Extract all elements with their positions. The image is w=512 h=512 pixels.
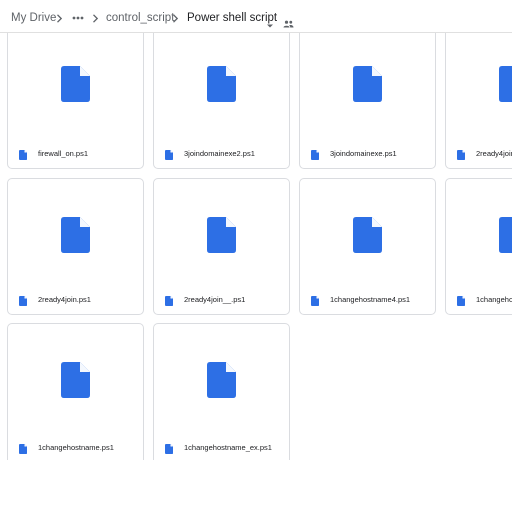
- file-name: 1changehostname_ex.ps1: [184, 443, 272, 452]
- breadcrumb-control-script[interactable]: control_script: [106, 12, 174, 24]
- breadcrumb-my-drive[interactable]: My Drive: [11, 12, 56, 24]
- file-thumbnail: [8, 33, 143, 140]
- file-card[interactable]: 1changehost: [445, 178, 512, 315]
- doc-file-icon: [19, 150, 27, 160]
- file-name: 1changehostname4.ps1: [330, 295, 411, 304]
- file-name: 2ready4join2: [476, 149, 512, 158]
- doc-file-icon: [165, 444, 173, 454]
- file-card[interactable]: 1changehostname_ex.ps1: [153, 323, 290, 460]
- file-card[interactable]: 2ready4join2: [445, 33, 512, 169]
- file-name: 3joindomainexe2.ps1: [184, 149, 255, 158]
- file-card[interactable]: 1changehostname.ps1: [7, 323, 144, 460]
- file-name: firewall_on.ps1: [38, 149, 89, 158]
- doc-file-icon: [19, 444, 27, 454]
- file-name: 2ready4join.ps1: [38, 295, 91, 304]
- file-name: 3joindomainexe.ps1: [330, 149, 397, 158]
- doc-file-icon: [19, 296, 27, 306]
- file-thumbnail: [300, 179, 435, 290]
- doc-file-icon: [61, 362, 90, 398]
- doc-file-icon: [165, 296, 173, 306]
- file-name: 1changehostname.ps1: [38, 443, 114, 452]
- file-thumbnail: [446, 179, 512, 290]
- doc-file-icon: [207, 362, 236, 398]
- file-name: 1changehost: [476, 295, 512, 304]
- more-horizontal-icon: [72, 16, 84, 20]
- file-thumbnail: [154, 33, 289, 140]
- file-thumbnail: [154, 179, 289, 290]
- doc-file-icon: [457, 150, 465, 160]
- doc-file-icon: [311, 150, 319, 160]
- doc-file-icon: [61, 66, 90, 102]
- file-thumbnail: [154, 324, 289, 436]
- breadcrumb-bar: My Drive control_script Power shell scri…: [0, 0, 512, 33]
- file-card[interactable]: firewall_on.ps1: [7, 33, 144, 169]
- doc-file-icon: [353, 216, 382, 253]
- chevron-right-icon: [92, 14, 99, 23]
- breadcrumb-more-button[interactable]: [70, 11, 86, 25]
- file-card[interactable]: 2ready4join.ps1: [7, 178, 144, 315]
- file-thumbnail: [8, 179, 143, 290]
- chevron-right-icon: [172, 14, 179, 23]
- chevron-right-icon: [56, 14, 63, 23]
- file-thumbnail: [300, 33, 435, 140]
- file-thumbnail: [446, 33, 512, 140]
- file-name: 2ready4join__.ps1: [184, 295, 246, 304]
- file-card[interactable]: 3joindomainexe.ps1: [299, 33, 436, 169]
- doc-file-icon: [311, 296, 319, 306]
- file-grid: firewall_on.ps1 3joindomainexe2.ps1 3joi…: [0, 33, 512, 460]
- doc-file-icon: [499, 216, 512, 253]
- file-card[interactable]: 2ready4join__.ps1: [153, 178, 290, 315]
- doc-file-icon: [499, 66, 512, 102]
- doc-file-icon: [353, 66, 382, 102]
- caret-down-icon[interactable]: [266, 16, 274, 28]
- file-card[interactable]: 3joindomainexe2.ps1: [153, 33, 290, 169]
- people-icon: [283, 15, 294, 28]
- file-thumbnail: [8, 324, 143, 436]
- doc-file-icon: [207, 216, 236, 253]
- breadcrumb-current-folder[interactable]: Power shell script: [187, 12, 277, 24]
- doc-file-icon: [207, 66, 236, 102]
- file-card[interactable]: 1changehostname4.ps1: [299, 178, 436, 315]
- doc-file-icon: [61, 216, 90, 253]
- doc-file-icon: [457, 296, 465, 306]
- doc-file-icon: [165, 150, 173, 160]
